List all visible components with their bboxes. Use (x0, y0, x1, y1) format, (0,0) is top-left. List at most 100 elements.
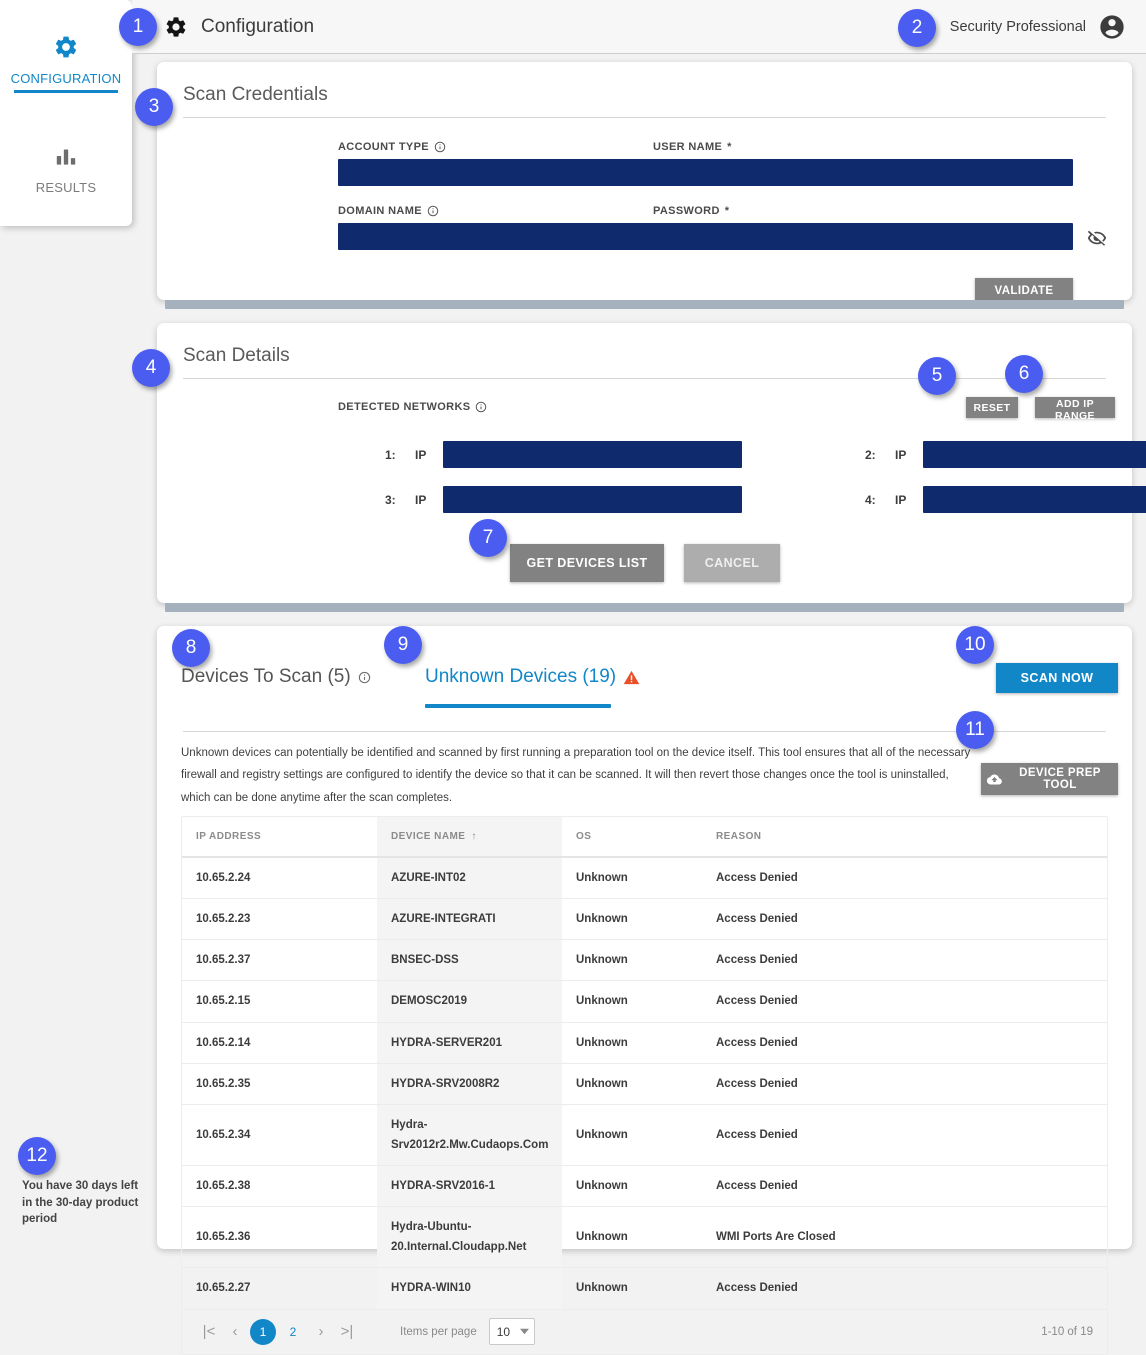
scan-details-card: Scan Details DETECTED NETWORKS RESET ADD… (157, 323, 1146, 612)
items-per-page-select[interactable]: 10 (488, 1318, 535, 1345)
first-page-button[interactable]: |< (196, 1319, 222, 1345)
table-row[interactable]: 10.65.2.36 Hydra-Ubuntu-20.Internal.Cloud… (182, 1206, 1107, 1269)
annotation-badge-5: 5 (918, 357, 956, 395)
column-header-reason[interactable]: REASON (702, 817, 1107, 858)
device-os-cell: Unknown (562, 1063, 702, 1105)
tab-unknown-devices[interactable]: Unknown Devices (19) (425, 666, 640, 688)
next-page-button[interactable]: › (308, 1319, 334, 1345)
table-row[interactable]: 10.65.2.37 BNSEC-DSS Unknown Access Denied (182, 939, 1107, 982)
divider (183, 117, 1106, 118)
sidebar-item-results[interactable]: RESULTS (0, 139, 132, 195)
table-row[interactable]: 10.65.2.35 HYDRA-SRV2008R2 Unknown Access D… (182, 1063, 1107, 1105)
ip-range-input[interactable] (443, 441, 742, 468)
ip-row-index: 1: (385, 447, 396, 462)
device-name-cell: BNSEC-DSS (377, 939, 562, 982)
unknown-devices-table: IP ADDRESS DEVICE NAME ↑ OS REASON 10.65.… (182, 817, 1107, 1310)
ip-range-input[interactable] (923, 486, 1146, 513)
sidebar-item-configuration[interactable]: CONFIGURATION (0, 30, 132, 93)
info-icon[interactable] (475, 401, 487, 413)
device-os-cell: Unknown (562, 1206, 702, 1269)
device-os-cell: Unknown (562, 1267, 702, 1310)
items-per-page-label: Items per page (400, 1325, 477, 1338)
account-circle-icon[interactable] (1098, 13, 1126, 41)
device-name-cell: AZURE-INTEGRATI (377, 898, 562, 941)
warning-triangle-icon (623, 669, 640, 686)
device-name-cell: HYDRA-WIN10 (377, 1267, 562, 1310)
table-row[interactable]: 10.65.2.23 AZURE-INTEGRATI Unknown Access D… (182, 898, 1107, 941)
table-row[interactable]: 10.65.2.34 Hydra-Srv2012r2.Mw.Cudaops.Com… (182, 1104, 1107, 1167)
page-button-2[interactable]: 2 (280, 1319, 306, 1345)
device-reason-cell: Access Denied (702, 1022, 1107, 1064)
gear-icon (53, 30, 79, 64)
scan-now-button[interactable]: SCAN NOW (996, 663, 1118, 693)
annotation-badge-10: 10 (956, 626, 994, 664)
device-ip-cell: 10.65.2.27 (182, 1267, 377, 1310)
user-name-input[interactable] (653, 159, 1073, 186)
device-reason-cell: WMI Ports Are Closed (702, 1206, 1107, 1269)
scan-details-title: Scan Details (183, 345, 290, 366)
device-os-cell: Unknown (562, 939, 702, 982)
device-reason-cell: Access Denied (702, 857, 1107, 900)
device-name-cell: HYDRA-SRV2008R2 (377, 1063, 562, 1105)
last-page-button[interactable]: >| (334, 1319, 360, 1345)
pagination-range-label: 1-10 of 19 (1041, 1325, 1093, 1338)
ip-row-index: 3: (385, 492, 396, 507)
previous-page-button[interactable]: ‹ (222, 1319, 248, 1345)
annotation-badge-12: 12 (18, 1137, 56, 1175)
sidebar: CONFIGURATION RESULTS (0, 0, 132, 226)
user-name-label: Security Professional (949, 18, 1086, 35)
ip-range-input[interactable] (443, 486, 742, 513)
table-row[interactable]: 10.65.2.15 DEMOSC2019 Unknown Access Denied (182, 980, 1107, 1023)
annotation-badge-8: 8 (172, 629, 210, 667)
device-ip-cell: 10.65.2.38 (182, 1165, 377, 1208)
column-header-ip-address[interactable]: IP ADDRESS (182, 817, 377, 858)
required-asterisk: * (727, 141, 732, 153)
ip-row: 1: IP (385, 441, 742, 468)
ip-row: 2: IP (865, 441, 1146, 468)
get-devices-list-button[interactable]: GET DEVICES LIST (510, 544, 664, 582)
device-reason-cell: Access Denied (702, 898, 1107, 941)
user-name-label: USER NAME * (653, 141, 732, 153)
device-ip-cell: 10.65.2.24 (182, 857, 377, 900)
column-header-os[interactable]: OS (562, 817, 702, 858)
info-icon[interactable] (427, 205, 439, 217)
table-row[interactable]: 10.65.2.27 HYDRA-WIN10 Unknown Access Denie… (182, 1267, 1107, 1310)
card-bottom-scroll-indicator[interactable] (165, 603, 1124, 612)
bar-chart-icon (53, 139, 79, 173)
ip-row-type: IP (895, 447, 907, 462)
column-header-device-name[interactable]: DEVICE NAME ↑ (377, 817, 562, 858)
reset-button[interactable]: RESET (966, 397, 1018, 418)
device-prep-tool-button[interactable]: DEVICE PREP TOOL (981, 763, 1118, 795)
add-ip-range-button[interactable]: ADD IP RANGE (1035, 397, 1115, 422)
table-header-row: IP ADDRESS DEVICE NAME ↑ OS REASON (182, 817, 1107, 858)
device-os-cell: Unknown (562, 1104, 702, 1167)
card-bottom-scroll-indicator[interactable] (165, 300, 1124, 309)
info-icon[interactable] (434, 141, 446, 153)
chevron-down-icon (519, 1327, 529, 1336)
annotation-badge-7: 7 (469, 519, 507, 557)
scan-credentials-title: Scan Credentials (183, 84, 328, 105)
table-row[interactable]: 10.65.2.24 AZURE-INT02 Unknown Access Denie… (182, 857, 1107, 900)
table-row[interactable]: 10.65.2.38 HYDRA-SRV2016-1 Unknown Access D… (182, 1165, 1107, 1208)
divider (183, 378, 1106, 379)
unknown-devices-description: Unknown devices can potentially be ident… (181, 747, 971, 804)
page-button-1[interactable]: 1 (250, 1318, 276, 1345)
info-icon[interactable] (358, 671, 371, 684)
tab-devices-to-scan[interactable]: Devices To Scan (5) (181, 666, 371, 688)
visibility-off-icon[interactable] (1087, 228, 1107, 253)
ip-row: 3: IP (385, 486, 742, 513)
device-ip-cell: 10.65.2.34 (182, 1104, 377, 1167)
table-row[interactable]: 10.65.2.14 HYDRA-SERVER201 Unknown Access D… (182, 1022, 1107, 1064)
password-input[interactable] (653, 223, 1073, 250)
device-reason-cell: Access Denied (702, 1165, 1107, 1208)
sort-ascending-icon: ↑ (471, 831, 477, 842)
ip-row-index: 2: (865, 447, 876, 462)
cancel-button[interactable]: CANCEL (684, 544, 780, 582)
tab-label: Unknown Devices (19) (425, 666, 617, 687)
tab-active-underline (425, 704, 611, 708)
device-ip-cell: 10.65.2.37 (182, 939, 377, 982)
device-reason-cell: Access Denied (702, 1063, 1107, 1105)
ip-range-input[interactable] (923, 441, 1146, 468)
annotation-badge-9: 9 (384, 626, 422, 664)
device-ip-cell: 10.65.2.15 (182, 980, 377, 1023)
